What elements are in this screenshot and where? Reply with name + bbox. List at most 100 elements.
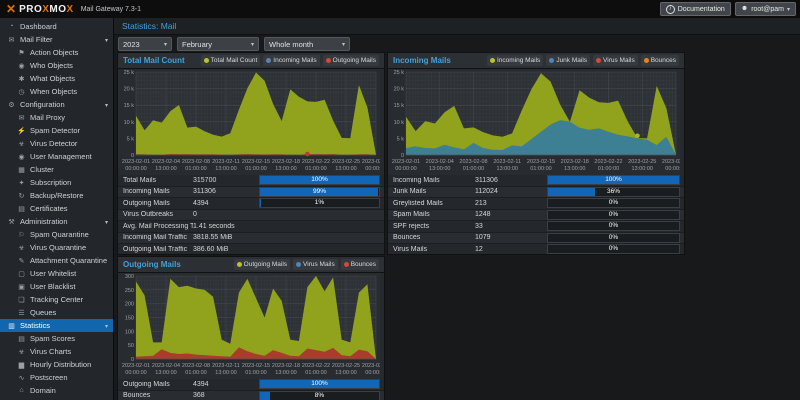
sidebar-item-administration[interactable]: ⚒Administration▾ [0,215,113,228]
y-tick-label: 150 [125,316,134,322]
legend-dot [204,58,209,63]
sidebar-item-what-objects[interactable]: ✱What Objects [0,72,113,85]
sidebar-item-spam-quarantine[interactable]: ⚐Spam Quarantine [0,228,113,241]
outgoing-mails-chart[interactable]: 0501001502002503002023-02-0100:00:002023… [118,273,380,379]
sidebar-item-certificates[interactable]: ▤Certificates [0,202,113,215]
x-tick-date: 2023-03-01 [662,159,680,165]
stat-label: Incoming Mails [118,188,193,195]
sidebar-item-configuration[interactable]: ⚙Configuration▾ [0,98,113,111]
user-icon: ☻ [741,4,748,14]
x-tick-time: 01:00:00 [463,166,484,172]
total-mail-count-panel: Total Mail Count Total Mail Count Incomin… [117,52,385,255]
sidebar-item-user-management[interactable]: ◉User Management [0,150,113,163]
sidebar-item-label: Domain [30,386,56,395]
documentation-button[interactable]: i Documentation [660,2,731,16]
sidebar-item-virus-quarantine[interactable]: ☣Virus Quarantine [0,241,113,254]
y-tick-label: 20 k [124,87,135,93]
hourly-distribution-icon: ▆ [16,361,27,369]
top-bar-actions: i Documentation ☻ root@pam ▾ [660,2,800,16]
sidebar-item-label: User Management [30,152,92,161]
stat-value: 315700 [193,177,259,184]
x-tick-date: 2023-03-01 [362,159,380,165]
percent-bar: 0% [547,244,680,254]
x-tick-time: 01:00:00 [245,370,266,376]
x-tick-date: 2023-02-15 [242,159,270,165]
stat-label: Outgoing Mails [118,200,193,207]
percent-bar-text: 0% [548,245,679,253]
percent-bar-text: 8% [260,392,379,400]
total-mail-count-chart[interactable]: 05 k10 k15 k20 k25 k2023-02-0100:00:0020… [118,69,380,175]
sidebar-item-dashboard[interactable]: ◔Dashboard [0,20,113,33]
x-tick-date: 2023-02-01 [392,159,420,165]
sidebar-item-label: Certificates [30,204,68,213]
sidebar-items: ◔Dashboard✉Mail Filter▾⚑Action Objects◉W… [0,20,113,397]
main-content: Statistics: Mail 2023 ▾ February ▾ Whole… [114,18,800,400]
sidebar-item-label: Postscreen [30,373,68,382]
sidebar-item-queues[interactable]: ☰Queues [0,306,113,319]
legend-item-bounces[interactable]: Bounces [341,259,379,270]
stat-label: Outgoing Mails [118,381,193,388]
x-tick-date: 2023-03-01 [362,363,380,369]
legend-item-incoming-mails[interactable]: Incoming Mails [487,55,543,66]
sidebar-item-virus-charts[interactable]: ☣Virus Charts [0,345,113,358]
sidebar-item-domain[interactable]: ⌂Domain [0,384,113,397]
sidebar-item-subscription[interactable]: ✦Subscription [0,176,113,189]
sidebar-item-hourly-distribution[interactable]: ▆Hourly Distribution [0,358,113,371]
sidebar-item-label: Spam Detector [30,126,80,135]
sidebar-item-backup-restore[interactable]: ↻Backup/Restore [0,189,113,202]
sidebar-item-attachment-quarantine[interactable]: ✎Attachment Quarantine [0,254,113,267]
x-tick-date: 2023-02-15 [527,159,555,165]
sidebar-item-label: Configuration [20,100,65,109]
sidebar-item-mail-proxy[interactable]: ✉Mail Proxy [0,111,113,124]
mail-filter-icon: ✉ [6,36,17,44]
legend-label: Incoming Mails [273,57,316,64]
sidebar-item-spam-scores[interactable]: ▤Spam Scores [0,332,113,345]
sidebar-item-postscreen[interactable]: ∿Postscreen [0,371,113,384]
sidebar-item-label: Tracking Center [30,295,83,304]
legend-item-outgoing-mails[interactable]: Outgoing Mails [234,259,290,270]
y-tick-label: 200 [125,302,134,308]
sidebar-item-who-objects[interactable]: ◉Who Objects [0,59,113,72]
sidebar-item-virus-detector[interactable]: ☣Virus Detector [0,137,113,150]
sidebar-item-label: Hourly Distribution [30,360,91,369]
legend-item-bounces[interactable]: Bounces [641,55,679,66]
x-tick-date: 2023-02-22 [302,363,330,369]
legend-item-total-mail-count[interactable]: Total Mail Count [201,55,261,66]
legend-item-incoming-mails[interactable]: Incoming Mails [263,55,319,66]
subscription-icon: ✦ [16,179,27,187]
incoming-mails-chart[interactable]: 05 k10 k15 k20 k25 k2023-02-0100:00:0020… [388,69,680,175]
y-tick-label: 300 [125,274,134,280]
brand-text: PROXMOX [19,4,74,15]
outgoing-chart-legend: Outgoing MailsVirus MailsBounces [234,259,379,270]
percent-bar: 100% [259,379,380,389]
legend-item-junk-mails[interactable]: Junk Mails [546,55,590,66]
legend-item-outgoing-mails[interactable]: Outgoing Mails [323,55,379,66]
sidebar-item-when-objects[interactable]: ◷When Objects [0,85,113,98]
total-chart-legend: Total Mail Count Incoming Mails Outgoing M… [201,55,379,66]
legend-dot [596,58,601,63]
year-select[interactable]: 2023 ▾ [118,37,172,51]
info-icon: i [666,5,675,14]
stat-bar-cell: 0% [547,210,684,220]
x-tick-time: 13:00:00 [564,166,585,172]
stat-value: 311306 [475,177,547,184]
sidebar-item-statistics[interactable]: ▥Statistics▾ [0,319,113,332]
x-tick-time: 13:00:00 [155,370,176,376]
legend-item-virus-mails[interactable]: Virus Mails [293,259,338,270]
sidebar-item-label: Cluster [30,165,54,174]
sidebar-item-action-objects[interactable]: ⚑Action Objects [0,46,113,59]
percent-bar: 100% [259,175,380,185]
sidebar-item-label: Statistics [20,321,50,330]
legend-item-virus-mails[interactable]: Virus Mails [593,55,638,66]
sidebar-item-cluster[interactable]: ▦Cluster [0,163,113,176]
month-select[interactable]: February ▾ [177,37,259,51]
range-select[interactable]: Whole month ▾ [264,37,350,51]
sidebar-item-spam-detector[interactable]: ⚡Spam Detector [0,124,113,137]
sidebar-item-user-blacklist[interactable]: ▣User Blacklist [0,280,113,293]
sidebar-item-user-whitelist[interactable]: ▢User Whitelist [0,267,113,280]
user-menu-button[interactable]: ☻ root@pam ▾ [735,2,796,16]
sidebar-item-tracking-center[interactable]: ❏Tracking Center [0,293,113,306]
sidebar-item-label: Administration [20,217,68,226]
percent-bar-text: 99% [260,188,379,196]
sidebar-item-mail-filter[interactable]: ✉Mail Filter▾ [0,33,113,46]
